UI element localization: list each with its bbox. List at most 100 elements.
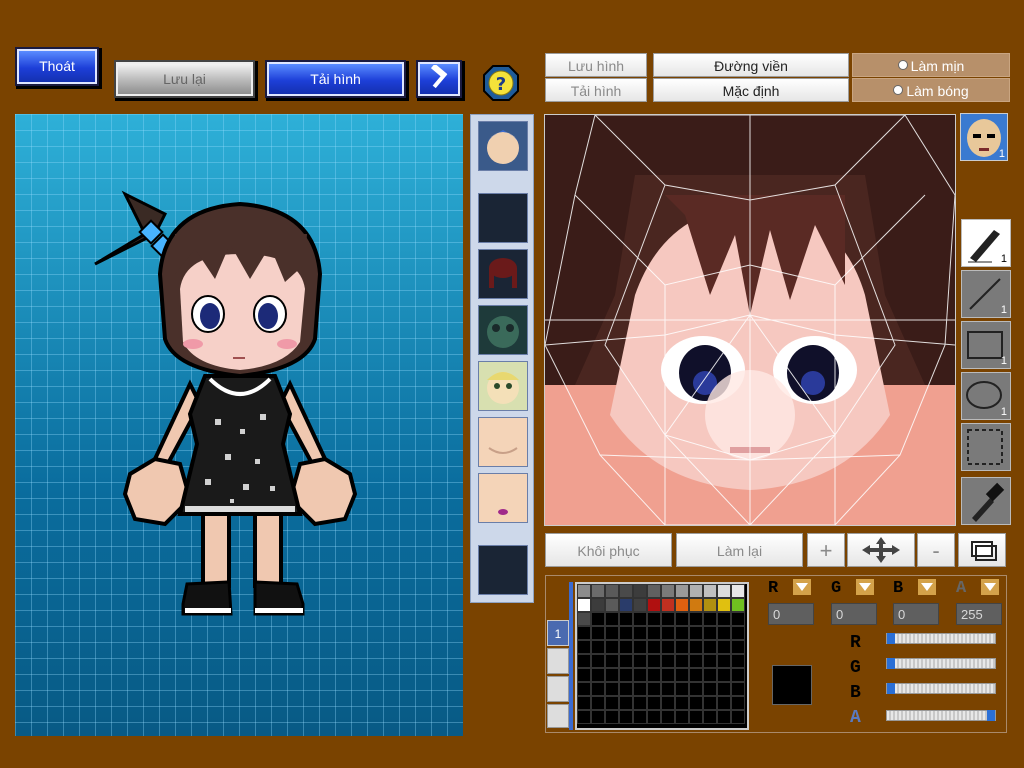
palette-swatch[interactable] bbox=[577, 626, 591, 640]
palette-swatch[interactable] bbox=[591, 682, 605, 696]
part-face-thumb[interactable] bbox=[478, 361, 528, 411]
red-slider-knob[interactable] bbox=[887, 633, 895, 644]
palette-swatch[interactable] bbox=[717, 612, 731, 626]
zoom-in-button[interactable]: + bbox=[807, 533, 845, 567]
exit-button[interactable]: Thoát bbox=[17, 49, 97, 84]
palette-swatch[interactable] bbox=[717, 598, 731, 612]
palette-swatch[interactable] bbox=[591, 668, 605, 682]
pen-tool-button[interactable]: 1 bbox=[961, 219, 1011, 267]
green-slider-knob[interactable] bbox=[887, 658, 895, 669]
palette-swatch[interactable] bbox=[675, 682, 689, 696]
palette-swatch[interactable] bbox=[661, 668, 675, 682]
part-slot-empty-1[interactable] bbox=[478, 193, 528, 243]
green-channel-header[interactable]: G bbox=[831, 579, 877, 599]
palette-swatch[interactable] bbox=[605, 598, 619, 612]
palette-scrollbar[interactable] bbox=[569, 582, 573, 730]
palette-swatch[interactable] bbox=[591, 710, 605, 724]
green-slider[interactable] bbox=[886, 658, 996, 669]
palette-swatch[interactable] bbox=[647, 696, 661, 710]
palette-swatch[interactable] bbox=[577, 584, 591, 598]
palette-swatch[interactable] bbox=[605, 696, 619, 710]
palette-swatch[interactable] bbox=[703, 710, 717, 724]
palette-swatch[interactable] bbox=[703, 640, 717, 654]
palette-swatch[interactable] bbox=[689, 668, 703, 682]
palette-swatch[interactable] bbox=[689, 654, 703, 668]
blue-slider[interactable] bbox=[886, 683, 996, 694]
green-value-field[interactable]: 0 bbox=[831, 603, 877, 625]
palette-swatch[interactable] bbox=[703, 696, 717, 710]
palette-swatch[interactable] bbox=[717, 710, 731, 724]
palette-swatch[interactable] bbox=[619, 696, 633, 710]
palette-swatch[interactable] bbox=[577, 696, 591, 710]
palette-swatch[interactable] bbox=[661, 598, 675, 612]
smooth-radio[interactable] bbox=[897, 60, 908, 70]
green-dropdown-icon[interactable] bbox=[856, 579, 874, 595]
palette-swatch[interactable] bbox=[675, 668, 689, 682]
palette-swatch[interactable] bbox=[661, 654, 675, 668]
palette-swatch[interactable] bbox=[731, 654, 745, 668]
palette-swatch[interactable] bbox=[675, 696, 689, 710]
palette-swatch[interactable] bbox=[675, 598, 689, 612]
line-tool-button[interactable]: 1 bbox=[961, 270, 1011, 318]
face-preview-thumb[interactable]: 1 bbox=[960, 113, 1008, 161]
palette-swatch[interactable] bbox=[591, 696, 605, 710]
palette-swatch[interactable] bbox=[661, 682, 675, 696]
palette-swatch[interactable] bbox=[591, 626, 605, 640]
palette-grid[interactable] bbox=[575, 582, 749, 730]
palette-swatch[interactable] bbox=[619, 584, 633, 598]
palette-swatch[interactable] bbox=[577, 654, 591, 668]
palette-swatch[interactable] bbox=[689, 682, 703, 696]
palette-swatch[interactable] bbox=[647, 612, 661, 626]
default-button[interactable]: Mặc định bbox=[653, 78, 849, 102]
palette-swatch[interactable] bbox=[619, 682, 633, 696]
palette-swatch[interactable] bbox=[619, 612, 633, 626]
palette-swatch[interactable] bbox=[661, 640, 675, 654]
palette-swatch[interactable] bbox=[605, 626, 619, 640]
palette-swatch[interactable] bbox=[661, 612, 675, 626]
palette-swatch[interactable] bbox=[633, 612, 647, 626]
palette-swatch[interactable] bbox=[661, 710, 675, 724]
ellipse-tool-button[interactable]: 1 bbox=[961, 372, 1011, 420]
palette-swatch[interactable] bbox=[675, 612, 689, 626]
palette-swatch[interactable] bbox=[675, 654, 689, 668]
palette-swatch[interactable] bbox=[619, 598, 633, 612]
blue-channel-header[interactable]: B bbox=[893, 579, 939, 599]
palette-swatch[interactable] bbox=[675, 640, 689, 654]
palette-swatch[interactable] bbox=[675, 626, 689, 640]
palette-swatch[interactable] bbox=[619, 626, 633, 640]
palette-swatch[interactable] bbox=[731, 612, 745, 626]
palette-swatch[interactable] bbox=[731, 668, 745, 682]
palette-swatch[interactable] bbox=[731, 626, 745, 640]
palette-swatch[interactable] bbox=[633, 710, 647, 724]
palette-swatch[interactable] bbox=[633, 668, 647, 682]
palette-tab-1[interactable]: 1 bbox=[547, 620, 569, 646]
palette-swatch[interactable] bbox=[703, 584, 717, 598]
palette-swatch[interactable] bbox=[703, 668, 717, 682]
palette-swatch[interactable] bbox=[633, 682, 647, 696]
part-lips-thumb[interactable] bbox=[478, 473, 528, 523]
palette-swatch[interactable] bbox=[591, 640, 605, 654]
palette-swatch[interactable] bbox=[647, 640, 661, 654]
save-image-button[interactable]: Lưu hình bbox=[545, 53, 647, 77]
palette-swatch[interactable] bbox=[717, 696, 731, 710]
palette-swatch[interactable] bbox=[619, 654, 633, 668]
palette-swatch[interactable] bbox=[577, 682, 591, 696]
palette-swatch[interactable] bbox=[633, 598, 647, 612]
rect-tool-button[interactable]: 1 bbox=[961, 321, 1011, 369]
alpha-slider-knob[interactable] bbox=[987, 710, 995, 721]
palette-swatch[interactable] bbox=[689, 640, 703, 654]
palette-swatch[interactable] bbox=[605, 584, 619, 598]
palette-swatch[interactable] bbox=[717, 682, 731, 696]
palette-swatch[interactable] bbox=[605, 654, 619, 668]
red-slider[interactable] bbox=[886, 633, 996, 644]
red-dropdown-icon[interactable] bbox=[793, 579, 811, 595]
alpha-slider[interactable] bbox=[886, 710, 996, 721]
alpha-channel-header[interactable]: A bbox=[956, 579, 1002, 599]
layer-button[interactable] bbox=[958, 533, 1006, 567]
palette-swatch[interactable] bbox=[619, 640, 633, 654]
palette-swatch[interactable] bbox=[591, 598, 605, 612]
palette-swatch[interactable] bbox=[689, 710, 703, 724]
palette-swatch[interactable] bbox=[689, 612, 703, 626]
palette-swatch[interactable] bbox=[731, 640, 745, 654]
zoom-out-button[interactable]: - bbox=[917, 533, 955, 567]
